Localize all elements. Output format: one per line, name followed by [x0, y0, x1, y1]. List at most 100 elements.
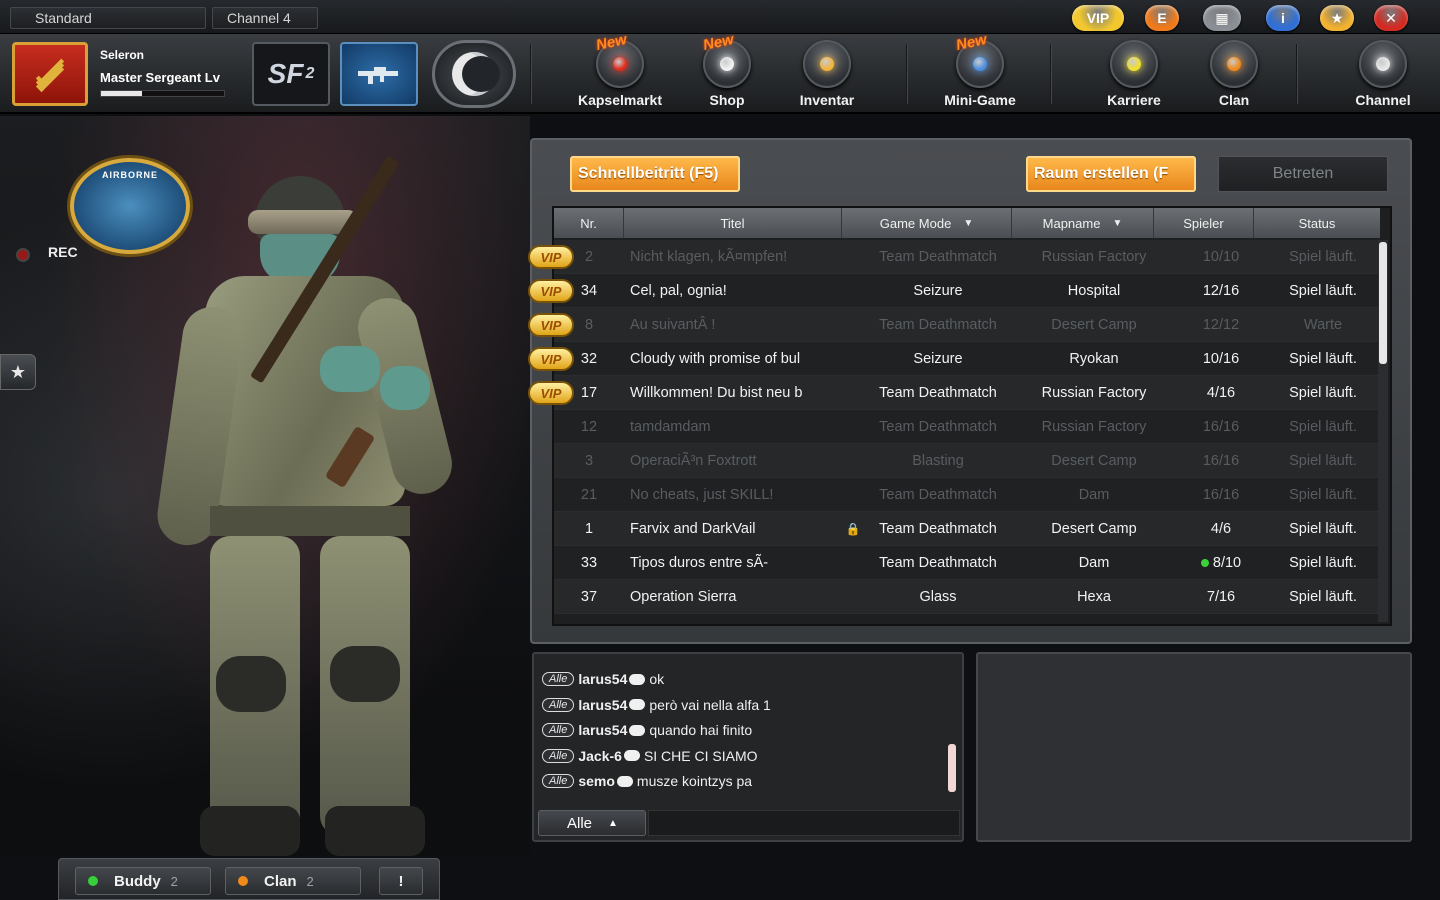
room-map: Ryokan [1069, 350, 1119, 367]
enter-room-button[interactable]: Betreten [1218, 156, 1388, 192]
room-players: 7/16 [1206, 588, 1236, 605]
chat-message: Alle larus54 ok [542, 668, 664, 690]
nav-label: Shop [709, 92, 745, 108]
speech-bubble-icon [629, 724, 646, 736]
rank-badge-icon[interactable] [12, 42, 88, 106]
room-map: Dam [1078, 486, 1110, 503]
favorite-star-button[interactable]: ★ [0, 354, 36, 390]
room-mode: Team Deathmatch [879, 384, 997, 401]
clan-status-icon [238, 876, 248, 886]
column-header-nr[interactable]: Nr. [554, 208, 624, 238]
nav-channel-button[interactable]: Channel [1333, 34, 1433, 112]
lock-icon [842, 478, 864, 511]
room-row[interactable]: 8 Au suivantÂ ! Team Deathmatch Desert Camp… [554, 308, 1380, 342]
room-map: Desert Camp [1051, 520, 1137, 537]
nav-label: Kapselmarkt [577, 92, 663, 108]
room-nr: 33 [580, 554, 598, 571]
e-coin-icon[interactable]: E [1145, 5, 1179, 31]
lock-icon [842, 308, 864, 341]
nav-mini-game-button[interactable]: Mini-Game New [930, 31, 1030, 112]
mode-display: Standard [10, 7, 206, 29]
room-mode: Team Deathmatch [879, 316, 997, 333]
room-nr: 12 [580, 418, 598, 435]
chat-message: Alle larus54 però vai nella alfa 1 [542, 694, 771, 716]
chat-username[interactable]: Jack-6 [578, 748, 622, 764]
room-title: Au suivantÂ ! [630, 316, 716, 333]
room-mode: Team Deathmatch [879, 520, 997, 537]
vip-icon[interactable]: VIP [1072, 5, 1124, 31]
room-row[interactable]: 37 Operation Sierra Glass Hexa 7/16 Spiel läu… [554, 580, 1380, 614]
room-map: Russian Factory [1041, 248, 1147, 265]
column-header-map[interactable]: Mapname ▼ [1012, 208, 1154, 238]
info-icon[interactable]: i [1266, 5, 1300, 31]
create-room-button[interactable]: Raum erstellen (F [1026, 156, 1196, 192]
room-row[interactable]: 17 Willkommen! Du bist neu b Team Deathmat… [554, 376, 1380, 410]
star-coin-icon[interactable]: ★ [1320, 5, 1354, 31]
nav-clan-button[interactable]: Clan [1184, 34, 1284, 112]
nav-karriere-button[interactable]: Karriere [1084, 34, 1184, 112]
room-row[interactable]: 32 Cloudy with promise of bul Seizure Ryoka… [554, 342, 1380, 376]
vip-room-badge: VIP [528, 245, 574, 269]
mode-label: Standard [35, 10, 92, 26]
room-mode: Glass [919, 588, 957, 605]
nav-shop-button[interactable]: Shop New [677, 31, 777, 112]
chat-input[interactable] [648, 810, 960, 836]
rec-label[interactable]: REC [48, 244, 78, 260]
column-header-status[interactable]: Status [1254, 208, 1380, 238]
clan-tab[interactable]: Clan 2 [225, 867, 361, 895]
room-row[interactable]: 12 tamdamdam Team Deathmatch Russian Factor… [554, 410, 1380, 444]
nav-inventar-button[interactable]: Inventar [777, 34, 877, 112]
buddy-tab[interactable]: Buddy 2 [75, 867, 211, 895]
room-table: Nr. Titel Game Mode ▼ Mapname ▼ Spieler St… [552, 206, 1392, 626]
xp-fill [101, 91, 142, 96]
country-flag-icon[interactable] [432, 40, 516, 108]
column-header-title[interactable]: Titel [624, 208, 842, 238]
quick-join-button[interactable]: Schnellbeitritt (F5) [570, 156, 740, 192]
record-icon[interactable] [16, 248, 30, 262]
close-icon[interactable]: ✕ [1374, 5, 1408, 31]
chat-channel-select[interactable]: Alle ▲ [538, 810, 646, 836]
channel-label: Channel 4 [227, 10, 291, 26]
room-row[interactable]: 34 Cel, pal, ognia! Seizure Hospital 12/16 Sp… [554, 274, 1380, 308]
alert-button[interactable]: ! [379, 867, 423, 895]
lock-icon [842, 376, 864, 409]
room-status: Spiel läuft. [1289, 452, 1357, 469]
nav-kapselmarkt-button[interactable]: Kapselmarkt New [570, 31, 670, 112]
room-map: Russian Factory [1041, 418, 1147, 435]
chat-channel-tag: Alle [542, 697, 575, 712]
chat-username[interactable]: larus54 [578, 722, 627, 738]
column-header-players[interactable]: Spieler [1154, 208, 1254, 238]
room-status: Spiel läuft. [1289, 520, 1357, 537]
sort-down-icon: ▼ [963, 217, 974, 229]
room-mode: Seizure [913, 350, 963, 367]
buddy-label: Buddy [114, 872, 161, 890]
nav-orb-icon [1210, 40, 1258, 88]
speech-bubble-icon [629, 699, 646, 710]
nav-orb-icon [1110, 40, 1158, 88]
room-row[interactable]: 3 OperaciÃ³n Foxtrott Blasting Desert Camp 1… [554, 444, 1380, 478]
room-list-scrollbar[interactable] [1378, 240, 1388, 622]
weapon-badge-icon[interactable] [340, 42, 418, 106]
film-icon[interactable]: ▦ [1203, 5, 1241, 31]
chat-scroll-thumb[interactable] [948, 744, 956, 792]
room-players: 12/12 [1202, 316, 1240, 333]
room-title: Operation Sierra [630, 588, 737, 605]
lock-icon [842, 240, 864, 273]
column-header-mode[interactable]: Game Mode ▼ [842, 208, 1012, 238]
room-players: 4/16 [1206, 384, 1236, 401]
chat-username[interactable]: larus54 [578, 671, 627, 687]
room-row[interactable]: 33 Tipos duros entre sÃ- Team Deathmatch Da… [554, 546, 1380, 580]
room-nr: 21 [580, 486, 598, 503]
chat-username[interactable]: semo [578, 773, 615, 789]
room-row[interactable]: 2 Nicht klagen, kÃ¤mpfen! Team Deathmatch R… [554, 240, 1380, 274]
chat-channel-tag: Alle [542, 774, 575, 788]
rifle-icon [358, 67, 398, 84]
room-title: Cel, pal, ognia! [630, 282, 727, 299]
chat-channel-tag: Alle [542, 672, 575, 686]
room-row[interactable]: 1 Farvix and DarkVail 🔒 Team Deathmatch Dese… [554, 512, 1380, 546]
room-title: Cloudy with promise of bul [630, 350, 801, 367]
room-row[interactable]: 21 No cheats, just SKILL! Team Deathmatch D… [554, 478, 1380, 512]
chat-username[interactable]: larus54 [578, 697, 627, 713]
room-list-scroll-thumb[interactable] [1379, 242, 1387, 364]
room-nr: 1 [584, 520, 594, 537]
